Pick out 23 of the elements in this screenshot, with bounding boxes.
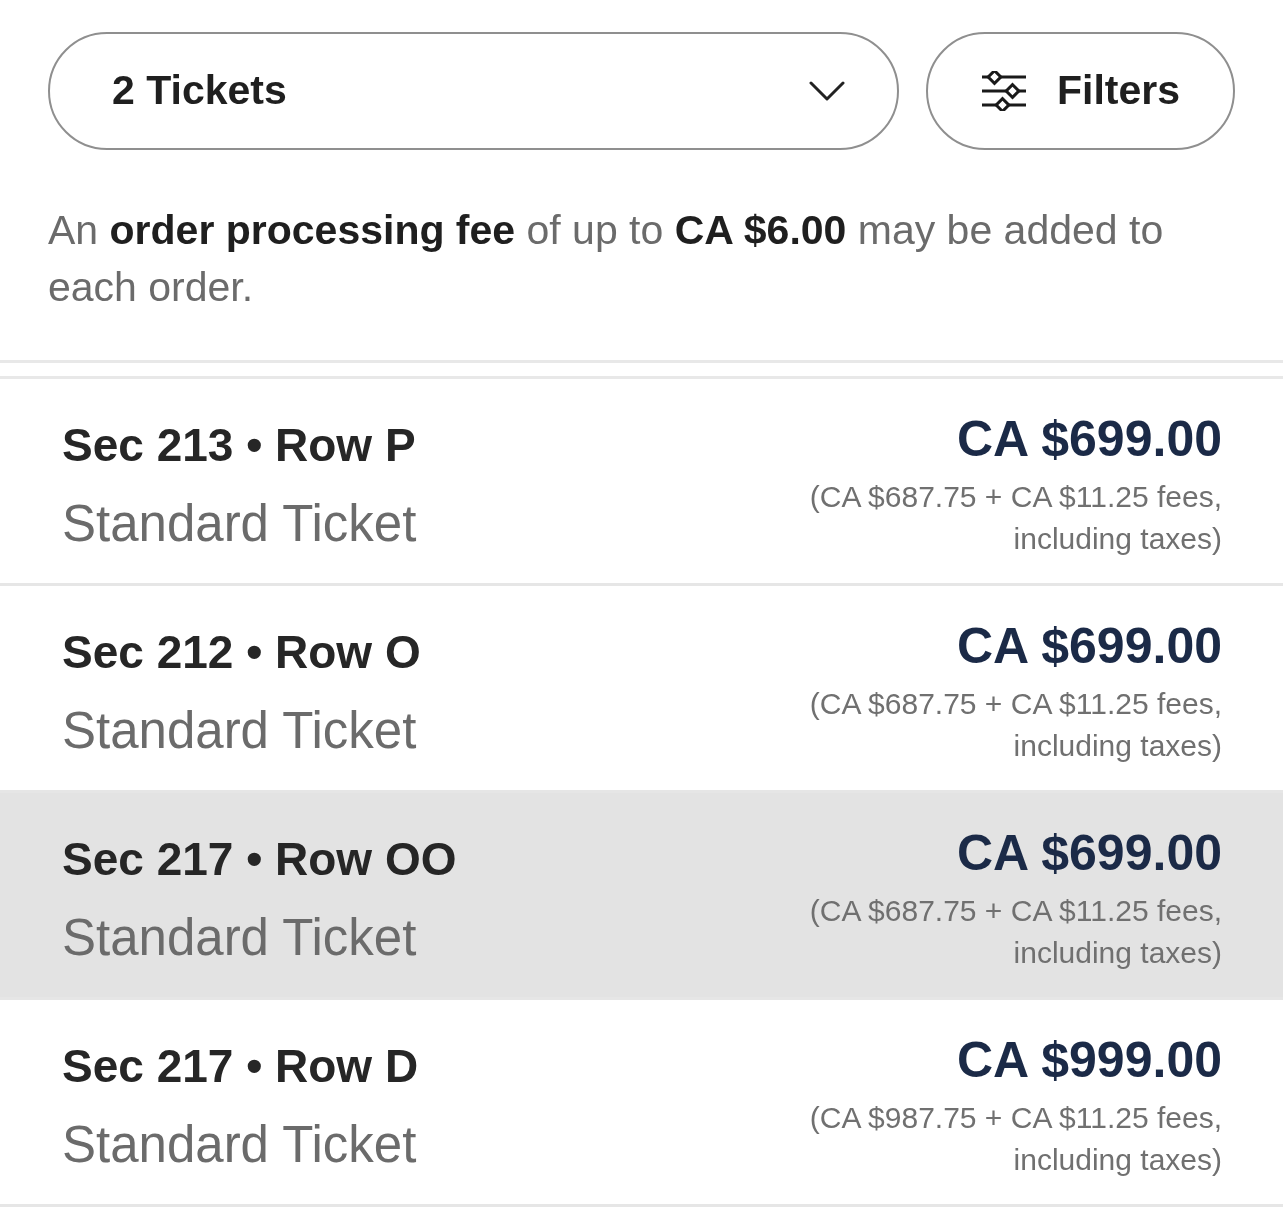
section-row-label: Sec 217 • Row OO (62, 833, 457, 885)
price-breakdown-text: (CA $687.75 + CA $11.25 fees, including taxes) (808, 893, 1222, 971)
price-breakdown-text: (CA $987.75 + CA $11.25 fees, including taxes) (808, 1100, 1222, 1178)
price-label: CA $699.00 (957, 827, 1222, 879)
ticket-type-label: Standard Ticket (62, 910, 418, 966)
ticket-quantity-dropdown[interactable]: 2 Tickets (48, 32, 899, 150)
sliders-icon (980, 71, 1027, 111)
ticket-quantity-value: 2 Tickets (112, 66, 287, 116)
price-label: CA $699.00 (957, 413, 1222, 465)
ticket-type-label: Standard Ticket (62, 496, 417, 552)
chevron-down-icon (809, 81, 845, 101)
section-row-label: Sec 213 • Row P (62, 419, 417, 471)
ticket-type-label: Standard Ticket (62, 1117, 418, 1173)
price-breakdown-text: (CA $687.75 + CA $11.25 fees, including taxes) (808, 479, 1222, 557)
price-breakdown-text: (CA $687.75 + CA $11.25 fees, including taxes) (808, 686, 1222, 764)
price-label: CA $699.00 (957, 620, 1222, 672)
section-row-label: Sec 217 • Row D (62, 1040, 419, 1092)
fee-notice-text: An order processing fee of up to CA $6.00 may be added to each order. (48, 206, 1165, 312)
filters-button[interactable]: Filters (926, 32, 1235, 150)
ticket-type-label: Standard Ticket (62, 703, 418, 759)
section-row-label: Sec 212 • Row O (62, 626, 421, 678)
ticket-listing[interactable]: Sec 217 • Row OO Standard Ticket CA $699.00 (CA $687.75 + CA $11.25 fees, including taxes) (0, 793, 1283, 1000)
price-label: CA $999.00 (957, 1034, 1222, 1086)
